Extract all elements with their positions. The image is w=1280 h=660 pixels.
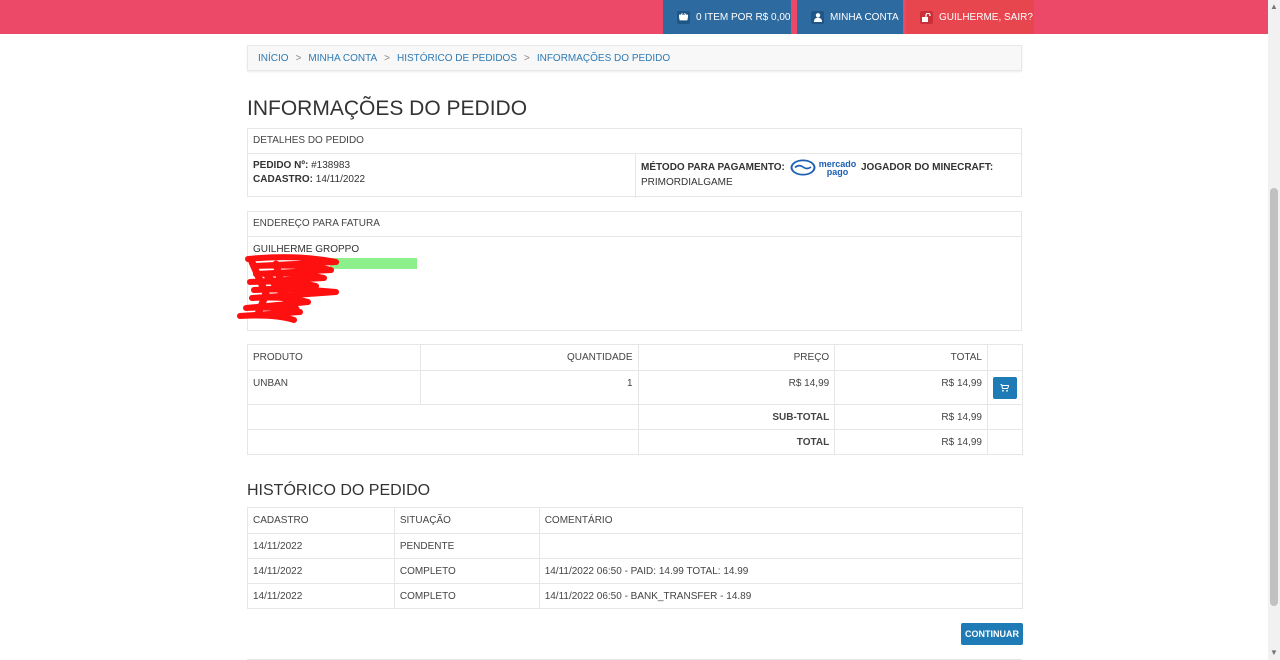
table-row: 14/11/2022 COMPLETO 14/11/2022 06:50 - B… — [247, 583, 1024, 609]
minecraft-player-value: PRIMORDIALGAME — [641, 177, 733, 188]
breadcrumb-order-history[interactable]: HISTÓRICO DE PEDIDOS — [397, 53, 517, 64]
product-price: R$ 14,99 — [637, 370, 836, 405]
cart-icon — [1000, 383, 1010, 392]
continue-button[interactable]: CONTINUAR — [961, 623, 1023, 645]
subtotal-spacer — [247, 404, 639, 430]
row-action-cell — [986, 370, 1024, 405]
basket-icon — [677, 10, 690, 24]
total-spacer — [247, 429, 639, 455]
col-price: PREÇO — [637, 344, 836, 371]
mercado-pago-text-2: pago — [826, 166, 849, 177]
col-comment: COMENTÁRIO — [538, 507, 1024, 534]
order-history-title: HISTÓRICO DO PEDIDO — [247, 482, 431, 499]
products-table: PRODUTO QUANTIDADE PREÇO TOTAL UNBAN 1 R… — [247, 344, 1024, 455]
col-product: PRODUTO — [247, 344, 421, 371]
history-date: 14/11/2022 — [247, 533, 395, 559]
product-name: UNBAN — [247, 370, 421, 405]
order-history-table: CADASTRO SITUAÇÃO COMENTÁRIO 14/11/2022 … — [247, 507, 1024, 609]
reorder-button[interactable] — [992, 376, 1017, 399]
col-status: SITUAÇÃO — [393, 507, 540, 534]
redaction-scribble — [237, 254, 339, 323]
total-row: TOTAL R$ 14,99 — [247, 429, 1024, 455]
payment-info: MÉTODO PARA PAGAMENTO: mercado pago JOGAD… — [636, 154, 1021, 198]
history-comment — [538, 533, 1024, 559]
logout-label: GUILHERME, SAIR? — [939, 11, 1033, 23]
history-date: 14/11/2022 — [247, 583, 395, 609]
history-comment: 14/11/2022 06:50 - BANK_TRANSFER - 14.89 — [538, 583, 1024, 609]
cart-button[interactable]: 0 ITEM POR R$ 0,00 — [663, 0, 791, 34]
order-number-label: PEDIDO Nº: — [253, 160, 309, 171]
logout-button[interactable]: GUILHERME, SAIR? — [906, 0, 1034, 34]
total-value: R$ 14,99 — [834, 429, 988, 455]
cart-label: 0 ITEM POR R$ 0,00 — [696, 11, 791, 23]
total-label: TOTAL — [637, 429, 836, 455]
my-account-button[interactable]: MINHA CONTA — [797, 0, 903, 34]
breadcrumb-home[interactable]: INÍCIO — [258, 53, 289, 64]
user-icon — [811, 10, 824, 24]
minecraft-player-label: JOGADOR DO MINECRAFT: — [861, 162, 994, 174]
col-quantity: QUANTIDADE — [419, 344, 639, 371]
order-details-panel: DETALHES DO PEDIDO PEDIDO Nº: #138983 CA… — [247, 128, 1022, 198]
order-date-label: CADASTRO: — [253, 174, 313, 185]
subtotal-action-cell — [986, 404, 1024, 430]
table-header-row: CADASTRO SITUAÇÃO COMENTÁRIO — [247, 507, 1024, 534]
col-date: CADASTRO — [247, 507, 395, 534]
history-comment: 14/11/2022 06:50 - PAID: 14.99 TOTAL: 14… — [538, 558, 1024, 584]
unlock-icon — [920, 10, 933, 24]
breadcrumb-my-account[interactable]: MINHA CONTA — [308, 53, 377, 64]
col-action — [986, 344, 1024, 371]
breadcrumb: INÍCIO > MINHA CONTA > HISTÓRICO DE PEDI… — [247, 45, 1022, 71]
billing-address-heading: ENDEREÇO PARA FATURA — [248, 212, 1021, 237]
table-header-row: PRODUTO QUANTIDADE PREÇO TOTAL — [247, 344, 1024, 371]
table-row: UNBAN 1 R$ 14,99 R$ 14,99 — [247, 370, 1024, 405]
breadcrumb-separator: > — [523, 52, 530, 64]
history-status: COMPLETO — [393, 583, 540, 609]
scroll-up-icon[interactable]: ▲ — [1268, 0, 1280, 14]
breadcrumb-order-info[interactable]: INFORMAÇÕES DO PEDIDO — [537, 53, 670, 64]
breadcrumb-separator: > — [295, 52, 302, 64]
subtotal-row: SUB-TOTAL R$ 14,99 — [247, 404, 1024, 430]
order-info: PEDIDO Nº: #138983 CADASTRO: 14/11/2022 — [248, 154, 636, 198]
order-details-heading: DETALHES DO PEDIDO — [248, 129, 1021, 154]
history-status: PENDENTE — [393, 533, 540, 559]
order-number-value: #138983 — [311, 160, 351, 171]
page-title: INFORMAÇÕES DO PEDIDO — [247, 97, 528, 120]
history-status: COMPLETO — [393, 558, 540, 584]
billing-address-panel: ENDEREÇO PARA FATURA GUILHERME GROPPO — [247, 211, 1022, 331]
payment-method-label: MÉTODO PARA PAGAMENTO: — [641, 162, 785, 174]
subtotal-label: SUB-TOTAL — [637, 404, 836, 430]
col-total: TOTAL — [834, 344, 988, 371]
subtotal-value: R$ 14,99 — [834, 404, 988, 430]
top-bar: 0 ITEM POR R$ 0,00 MINHA CONTA GUILHERME… — [0, 0, 1268, 34]
handshake-icon — [790, 159, 816, 176]
mercado-pago-logo: mercado pago — [790, 159, 856, 177]
my-account-label: MINHA CONTA — [830, 11, 899, 23]
table-row: 14/11/2022 COMPLETO 14/11/2022 06:50 - P… — [247, 558, 1024, 584]
vertical-scrollbar[interactable]: ▲ ▼ — [1268, 0, 1280, 660]
breadcrumb-separator: > — [384, 52, 390, 64]
scroll-down-icon[interactable]: ▼ — [1268, 646, 1280, 660]
table-row: 14/11/2022 PENDENTE — [247, 533, 1024, 559]
billing-name: GUILHERME GROPPO — [253, 244, 360, 255]
history-date: 14/11/2022 — [247, 558, 395, 584]
scrollbar-thumb[interactable] — [1270, 188, 1278, 606]
product-qty: 1 — [419, 370, 639, 405]
total-action-cell — [986, 429, 1024, 455]
product-total: R$ 14,99 — [834, 370, 988, 405]
order-date-value: 14/11/2022 — [315, 174, 366, 185]
